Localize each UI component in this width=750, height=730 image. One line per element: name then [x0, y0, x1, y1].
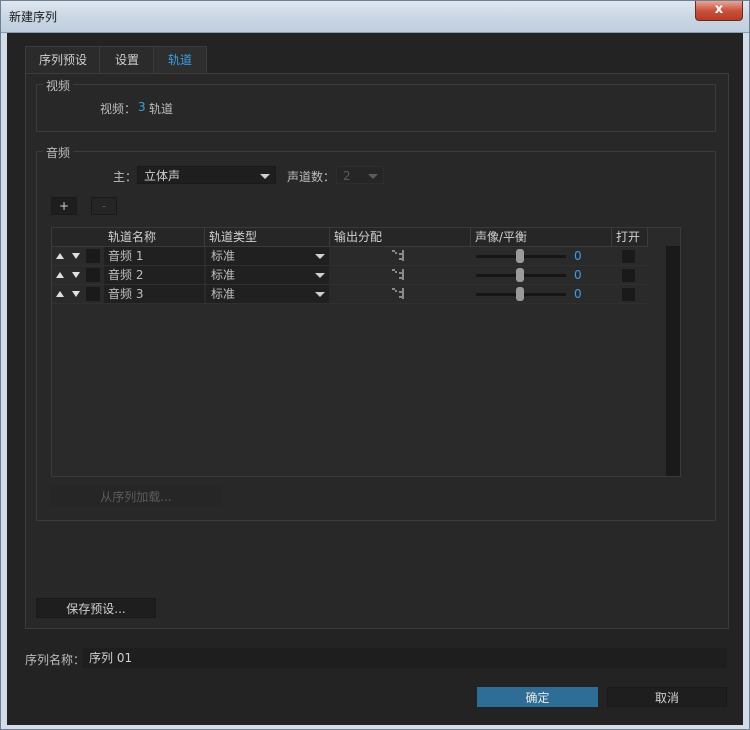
tracks-panel: 视频 视频： 3 轨道 音频 主： 立体声 声道数： 2 + - 轨道名称 轨道… — [25, 73, 729, 629]
pan-slider-thumb[interactable] — [516, 287, 524, 301]
column-divider — [470, 228, 471, 246]
pan-slider-thumb[interactable] — [516, 268, 524, 282]
track-name-field[interactable]: 音频 2 — [104, 266, 204, 284]
table-row: 音频 3 标准 0 — [52, 285, 648, 304]
track-name-field[interactable]: 音频 1 — [104, 247, 204, 265]
table-scrollbar[interactable] — [666, 246, 680, 476]
video-group-label: 视频 — [43, 77, 74, 94]
track-type-dropdown[interactable]: 标准 — [206, 285, 329, 303]
video-tracks-count[interactable]: 3 — [138, 100, 146, 114]
pan-value[interactable]: 0 — [574, 247, 582, 265]
master-type-value: 立体声 — [144, 169, 181, 183]
remove-track-button: - — [91, 197, 117, 215]
move-down-icon[interactable] — [72, 253, 80, 259]
save-preset-button[interactable]: 保存预设... — [36, 598, 156, 618]
tab-settings[interactable]: 设置 — [99, 46, 155, 73]
track-open-checkbox[interactable] — [621, 268, 636, 283]
col-output-assign: 输出分配 — [334, 230, 383, 244]
output-routing-icon[interactable] — [392, 288, 406, 306]
load-from-sequence-button: 从序列加载... — [51, 486, 221, 506]
track-color-swatch[interactable] — [86, 287, 100, 301]
cancel-button[interactable]: 取消 — [607, 687, 727, 707]
pan-value[interactable]: 0 — [574, 266, 582, 284]
video-tracks-unit: 轨道 — [149, 102, 174, 116]
tab-tracks[interactable]: 轨道 — [153, 46, 207, 74]
chevron-down-icon — [260, 174, 270, 179]
table-row: 音频 1 标准 0 — [52, 247, 648, 266]
table-header: 轨道名称 轨道类型 输出分配 声像/平衡 打开 — [52, 228, 648, 247]
chevron-down-icon — [315, 254, 325, 259]
track-type-value: 标准 — [211, 287, 236, 301]
track-open-checkbox[interactable] — [621, 249, 636, 264]
pan-slider-thumb[interactable] — [516, 249, 524, 263]
track-color-swatch[interactable] — [86, 268, 100, 282]
move-down-icon[interactable] — [72, 272, 80, 278]
audio-tracks-table: 轨道名称 轨道类型 输出分配 声像/平衡 打开 音频 1 标准 0 音频 2 标… — [51, 227, 681, 477]
audio-group: 音频 主： 立体声 声道数： 2 + - 轨道名称 轨道类型 输出分配 声像/平… — [36, 144, 716, 521]
audio-group-label: 音频 — [43, 144, 74, 161]
column-divider — [611, 228, 612, 246]
video-tracks-label: 视频： — [100, 102, 137, 116]
tab-sequence-presets[interactable]: 序列预设 — [25, 46, 101, 73]
col-track-name: 轨道名称 — [108, 230, 157, 244]
move-up-icon[interactable] — [56, 272, 64, 278]
channels-dropdown: 2 — [336, 166, 384, 184]
dialog-client: 序列预设 设置 轨道 视频 视频： 3 轨道 音频 主： 立体声 声道数： 2 … — [7, 33, 743, 725]
ok-button[interactable]: 确定 — [477, 687, 598, 707]
close-icon: x — [714, 2, 724, 17]
window-frame-bottom — [1, 725, 749, 729]
track-type-dropdown[interactable]: 标准 — [206, 247, 329, 265]
channels-value: 2 — [343, 169, 351, 183]
sequence-name-input[interactable]: 序列 01 — [83, 648, 727, 668]
sequence-name-label: 序列名称： — [25, 653, 86, 667]
track-type-value: 标准 — [211, 268, 236, 282]
new-sequence-dialog: 新建序列 x 序列预设 设置 轨道 视频 视频： 3 轨道 音频 主： 立体声 … — [0, 0, 750, 730]
move-up-icon[interactable] — [56, 253, 64, 259]
chevron-down-icon — [315, 292, 325, 297]
col-track-type: 轨道类型 — [209, 230, 258, 244]
column-divider — [647, 228, 648, 246]
track-name-field[interactable]: 音频 3 — [104, 285, 204, 303]
move-up-icon[interactable] — [56, 291, 64, 297]
track-type-dropdown[interactable]: 标准 — [206, 266, 329, 284]
title-bar: 新建序列 x — [1, 1, 749, 33]
master-label: 主： — [113, 170, 138, 184]
column-divider — [329, 228, 330, 246]
col-pan-balance: 声像/平衡 — [475, 230, 528, 244]
pan-value[interactable]: 0 — [574, 285, 582, 303]
track-type-value: 标准 — [211, 249, 236, 263]
chevron-down-icon — [315, 273, 325, 278]
chevron-down-icon — [368, 174, 378, 179]
move-down-icon[interactable] — [72, 291, 80, 297]
column-divider — [204, 228, 205, 246]
window-title: 新建序列 — [9, 10, 58, 24]
add-track-button[interactable]: + — [51, 197, 77, 215]
video-group: 视频 视频： 3 轨道 — [36, 77, 716, 132]
col-open: 打开 — [616, 230, 641, 244]
close-button[interactable]: x — [695, 1, 743, 21]
table-row: 音频 2 标准 0 — [52, 266, 648, 285]
track-color-swatch[interactable] — [86, 249, 100, 263]
master-type-dropdown[interactable]: 立体声 — [137, 166, 276, 184]
track-open-checkbox[interactable] — [621, 287, 636, 302]
window-frame-right — [743, 33, 749, 729]
channels-label: 声道数： — [287, 170, 336, 184]
